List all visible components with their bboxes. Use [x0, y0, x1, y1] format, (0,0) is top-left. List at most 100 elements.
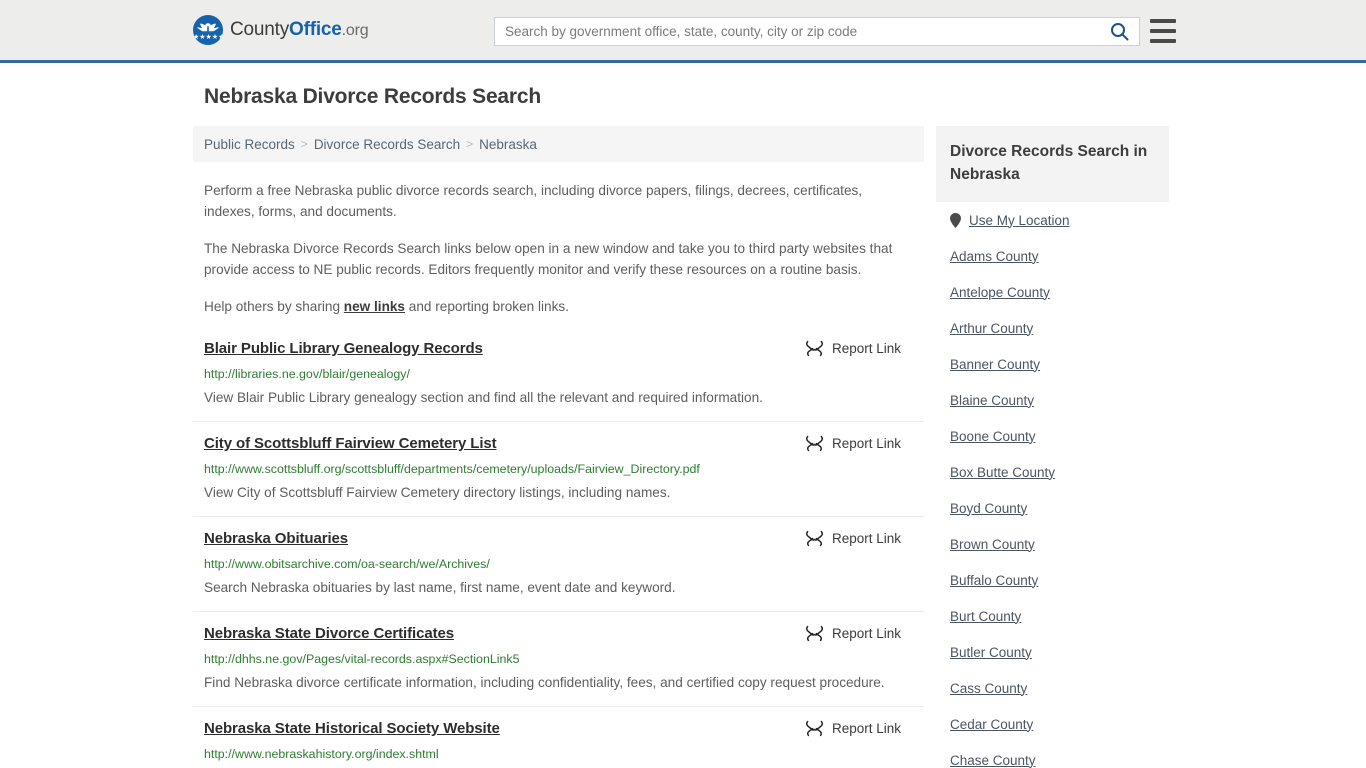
county-link[interactable]: Brown County — [950, 537, 1035, 552]
county-link[interactable]: Chase County — [950, 753, 1036, 768]
broken-link-icon — [805, 340, 823, 357]
search-bar[interactable] — [494, 17, 1140, 46]
breadcrumb-item-divorce-records-search[interactable]: Divorce Records Search — [314, 137, 460, 152]
sidebar: Divorce Records Search in Nebraska Use M… — [936, 126, 1169, 768]
sidebar-item-county[interactable]: Boyd County — [950, 490, 1155, 526]
result-url-link[interactable]: http://www.nebraskahistory.org/index.sht… — [204, 746, 913, 762]
result-url-link[interactable]: http://www.scottsbluff.org/scottsbluff/d… — [204, 461, 913, 477]
search-input[interactable] — [495, 18, 1099, 45]
map-pin-icon — [950, 212, 961, 228]
county-link[interactable]: Antelope County — [950, 285, 1050, 300]
result-title-link[interactable]: Nebraska Obituaries — [204, 529, 348, 548]
result-title-link[interactable]: Nebraska State Divorce Certificates — [204, 624, 454, 643]
sidebar-item-county[interactable]: Antelope County — [950, 274, 1155, 310]
result-item: Nebraska State Divorce Certificates Repor… — [193, 624, 924, 707]
sidebar-item-county[interactable]: Cedar County — [950, 706, 1155, 742]
county-link[interactable]: Burt County — [950, 609, 1021, 624]
intro-p3-after: and reporting broken links. — [405, 299, 569, 314]
result-header: Nebraska State Historical Society Websit… — [204, 719, 913, 738]
breadcrumb-separator: > — [300, 137, 308, 151]
county-link[interactable]: Boyd County — [950, 501, 1027, 516]
report-link-button[interactable]: Report Link — [805, 720, 901, 737]
sidebar-item-county[interactable]: Adams County — [950, 238, 1155, 274]
broken-link-icon — [805, 530, 823, 547]
result-item: Nebraska State Historical Society Websit… — [193, 719, 924, 768]
breadcrumb-item-public-records[interactable]: Public Records — [204, 137, 295, 152]
eagle-seal-icon: ★★★★★ — [193, 15, 223, 45]
menu-bar-1 — [1150, 19, 1176, 23]
result-header: Nebraska Obituaries Report Link — [204, 529, 913, 548]
sidebar-item-county[interactable]: Buffalo County — [950, 562, 1155, 598]
broken-link-icon — [805, 435, 823, 452]
broken-link-icon — [805, 625, 823, 642]
use-my-location-link[interactable]: Use My Location — [969, 213, 1070, 228]
report-link-button[interactable]: Report Link — [805, 435, 901, 452]
sidebar-item-county[interactable]: Cass County — [950, 670, 1155, 706]
report-link-button[interactable]: Report Link — [805, 340, 901, 357]
report-link-button[interactable]: Report Link — [805, 625, 901, 642]
search-icon — [1110, 23, 1128, 41]
county-link[interactable]: Cass County — [950, 681, 1027, 696]
logo-wordmark: CountyOffice.org — [230, 19, 369, 41]
logo-text-county: County — [230, 19, 290, 40]
result-url-link[interactable]: http://www.obitsarchive.com/oa-search/we… — [204, 556, 913, 572]
county-link[interactable]: Cedar County — [950, 717, 1033, 732]
menu-bar-2 — [1150, 29, 1176, 33]
result-url-link[interactable]: http://dhhs.ne.gov/Pages/vital-records.a… — [204, 651, 913, 667]
county-link[interactable]: Adams County — [950, 249, 1039, 264]
county-link[interactable]: Boone County — [950, 429, 1036, 444]
site-logo[interactable]: ★★★★★ CountyOffice.org — [193, 15, 369, 45]
county-link[interactable]: Blaine County — [950, 393, 1034, 408]
new-links-link[interactable]: new links — [344, 299, 405, 314]
search-button[interactable] — [1099, 18, 1139, 45]
result-description: View Blair Public Library genealogy sect… — [204, 390, 763, 405]
sidebar-item-county[interactable]: Banner County — [950, 346, 1155, 382]
sidebar-item-county[interactable]: Box Butte County — [950, 454, 1155, 490]
menu-bar-3 — [1150, 39, 1176, 43]
result-item: Nebraska Obituaries Report Link http://www… — [193, 529, 924, 612]
sidebar-item-county[interactable]: Chase County — [950, 742, 1155, 768]
county-link[interactable]: Box Butte County — [950, 465, 1055, 480]
county-link[interactable]: Banner County — [950, 357, 1040, 372]
results-list: Blair Public Library Genealogy Records Re… — [193, 339, 924, 768]
sidebar-item-county[interactable]: Butler County — [950, 634, 1155, 670]
report-link-label: Report Link — [831, 721, 901, 736]
broken-link-icon — [805, 720, 823, 737]
sidebar-item-county[interactable]: Blaine County — [950, 382, 1155, 418]
result-header: Nebraska State Divorce Certificates Repor… — [204, 624, 913, 643]
intro-section: Perform a free Nebraska public divorce r… — [193, 180, 924, 317]
eagle-glyph — [197, 23, 219, 32]
report-link-label: Report Link — [831, 436, 901, 451]
report-link-button[interactable]: Report Link — [805, 530, 901, 547]
page-body: Nebraska Divorce Records Search Public R… — [0, 63, 1366, 768]
report-link-label: Report Link — [831, 531, 901, 546]
intro-paragraph-1: Perform a free Nebraska public divorce r… — [204, 183, 863, 219]
result-title-link[interactable]: Blair Public Library Genealogy Records — [204, 339, 483, 358]
sidebar-item-county[interactable]: Brown County — [950, 526, 1155, 562]
stars-glyph: ★★★★★ — [193, 34, 223, 41]
result-description: View City of Scottsbluff Fairview Cemete… — [204, 485, 671, 500]
breadcrumb-item-nebraska: Nebraska — [479, 136, 537, 152]
sidebar-item-county[interactable]: Boone County — [950, 418, 1155, 454]
sidebar-heading: Divorce Records Search in Nebraska — [936, 126, 1169, 202]
sidebar-item-county[interactable]: Arthur County — [950, 310, 1155, 346]
sidebar-item-county[interactable]: Burt County — [950, 598, 1155, 634]
intro-p3-before: Help others by sharing — [204, 299, 344, 314]
result-description: Find Nebraska divorce certificate inform… — [204, 675, 885, 690]
sidebar-item-use-my-location[interactable]: Use My Location — [950, 202, 1155, 238]
intro-paragraph-2: The Nebraska Divorce Records Search link… — [204, 241, 893, 277]
result-url-link[interactable]: http://libraries.ne.gov/blair/genealogy/ — [204, 366, 913, 382]
result-item: City of Scottsbluff Fairview Cemetery Li… — [193, 434, 924, 517]
result-title-link[interactable]: Nebraska State Historical Society Websit… — [204, 719, 500, 738]
result-header: City of Scottsbluff Fairview Cemetery Li… — [204, 434, 913, 453]
result-header: Blair Public Library Genealogy Records Re… — [204, 339, 913, 358]
county-link[interactable]: Arthur County — [950, 321, 1033, 336]
page-columns: Public Records > Divorce Records Search … — [193, 126, 1366, 768]
report-link-label: Report Link — [831, 341, 901, 356]
report-link-label: Report Link — [831, 626, 901, 641]
county-link[interactable]: Butler County — [950, 645, 1032, 660]
county-link[interactable]: Buffalo County — [950, 573, 1038, 588]
result-title-link[interactable]: City of Scottsbluff Fairview Cemetery Li… — [204, 434, 497, 453]
hamburger-menu-icon[interactable] — [1150, 19, 1176, 43]
result-item: Blair Public Library Genealogy Records Re… — [193, 339, 924, 422]
